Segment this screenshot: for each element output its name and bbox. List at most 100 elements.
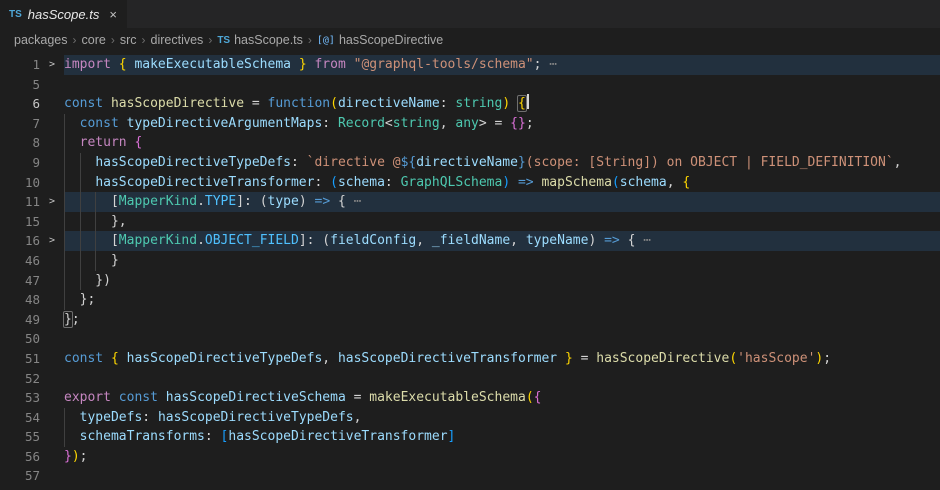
code-line[interactable]: 9 hasScopeDirectiveTypeDefs: `directive … xyxy=(0,153,940,173)
breadcrumb-separator: › xyxy=(208,33,212,47)
editor-gutter: 50 xyxy=(0,329,64,349)
code-line[interactable]: 48 }; xyxy=(0,290,940,310)
code-line-content[interactable] xyxy=(64,329,940,349)
code-line-content[interactable]: [MapperKind.OBJECT_FIELD]: (fieldConfig,… xyxy=(64,231,940,251)
code-line[interactable]: 11> [MapperKind.TYPE]: (type) => { ⋯ xyxy=(0,192,940,212)
code-line[interactable]: 16> [MapperKind.OBJECT_FIELD]: (fieldCon… xyxy=(0,231,940,251)
code-line[interactable]: 6 const hasScopeDirective = function(dire… xyxy=(0,94,940,114)
code-line[interactable]: 55 schemaTransforms: [hasScopeDirectiveT… xyxy=(0,427,940,447)
fold-chevron-icon[interactable]: > xyxy=(40,192,64,212)
code-line[interactable]: 49}; xyxy=(0,310,940,330)
code-token: ⋯ xyxy=(541,57,557,72)
breadcrumb-item-hasscopedirective[interactable]: [@]hasScopeDirective xyxy=(317,33,443,47)
code-line-content[interactable]: }, xyxy=(64,212,940,232)
code-line[interactable]: 52 xyxy=(0,369,940,389)
code-token: hasScopeDirectiveTypeDefs xyxy=(158,410,354,425)
code-line-content[interactable]: }; xyxy=(64,290,940,310)
code-line[interactable]: 47 }) xyxy=(0,271,940,291)
matched-bracket: { xyxy=(518,96,526,111)
code-token: : xyxy=(314,175,330,190)
breadcrumb-item-directives[interactable]: directives xyxy=(151,33,204,47)
code-token: GraphQLSchema xyxy=(401,175,503,190)
code-line-content[interactable] xyxy=(64,466,940,486)
breadcrumb-item-core[interactable]: core xyxy=(82,33,106,47)
code-token: ( xyxy=(729,351,737,366)
matched-bracket: } xyxy=(64,312,72,327)
code-line[interactable]: 7 const typeDirectiveArgumentMaps: Recor… xyxy=(0,114,940,134)
code-token: 'hasScope' xyxy=(737,351,815,366)
code-line-content[interactable]: }; xyxy=(64,310,940,330)
code-line-content[interactable]: [MapperKind.TYPE]: (type) => { ⋯ xyxy=(64,192,940,212)
code-line-content[interactable]: export const hasScopeDirectiveSchema = m… xyxy=(64,388,940,408)
code-token: typeName xyxy=(526,233,589,248)
code-line-content[interactable]: }) xyxy=(64,271,940,291)
code-line[interactable]: 15 }, xyxy=(0,212,940,232)
breadcrumb-label: packages xyxy=(14,33,68,47)
code-line-content[interactable]: typeDefs: hasScopeDirectiveTypeDefs, xyxy=(64,408,940,428)
code-line[interactable]: 5 xyxy=(0,75,940,95)
code-token: mapSchema xyxy=(541,175,611,190)
code-token: < xyxy=(385,116,393,131)
code-editor[interactable]: 1>import { makeExecutableSchema } from "… xyxy=(0,52,940,486)
code-token xyxy=(64,410,80,425)
code-line-content[interactable]: } xyxy=(64,251,940,271)
line-number: 48 xyxy=(0,290,40,310)
code-token: => xyxy=(315,194,331,209)
code-token: type xyxy=(268,194,299,209)
code-line[interactable]: 10 hasScopeDirectiveTransformer: (schema… xyxy=(0,173,940,193)
code-token: typeDirectiveArgumentMaps xyxy=(127,116,323,131)
code-token: ; xyxy=(526,116,534,131)
indent-guide xyxy=(80,192,81,212)
breadcrumb-item-packages[interactable]: packages xyxy=(14,33,68,47)
code-line[interactable]: 1>import { makeExecutableSchema } from "… xyxy=(0,55,940,75)
code-line[interactable]: 51const { hasScopeDirectiveTypeDefs, has… xyxy=(0,349,940,369)
code-line-content[interactable] xyxy=(64,369,940,389)
code-line-content[interactable]: schemaTransforms: [hasScopeDirectiveTran… xyxy=(64,427,940,447)
code-token: import xyxy=(64,57,119,72)
code-line[interactable]: 50 xyxy=(0,329,940,349)
code-token xyxy=(510,96,518,111)
code-line-content[interactable]: hasScopeDirectiveTransformer: (schema: G… xyxy=(64,173,940,193)
fold-chevron-icon xyxy=(40,447,64,467)
code-line[interactable]: 54 typeDefs: hasScopeDirectiveTypeDefs, xyxy=(0,408,940,428)
code-line-content[interactable]: const hasScopeDirective = function(direc… xyxy=(64,94,940,114)
code-line[interactable]: 8 return { xyxy=(0,133,940,153)
fold-chevron-icon xyxy=(40,75,64,95)
code-line[interactable]: 53export const hasScopeDirectiveSchema =… xyxy=(0,388,940,408)
breadcrumb-label: core xyxy=(82,33,106,47)
text-cursor xyxy=(527,94,529,109)
code-token: hasScopeDirectiveSchema xyxy=(166,390,346,405)
close-icon[interactable]: × xyxy=(109,8,117,21)
code-line-content[interactable]: import { makeExecutableSchema } from "@g… xyxy=(64,55,940,75)
code-token: const xyxy=(64,96,111,111)
code-token: ; xyxy=(80,449,88,464)
breadcrumb-item-src[interactable]: src xyxy=(120,33,137,47)
tab-hasscope[interactable]: TS hasScope.ts × xyxy=(0,0,127,28)
code-line[interactable]: 57 xyxy=(0,466,940,486)
editor-gutter: 8 xyxy=(0,133,64,153)
code-token: ) xyxy=(588,233,604,248)
code-line[interactable]: 46 } xyxy=(0,251,940,271)
editor-gutter: 55 xyxy=(0,427,64,447)
code-line-content[interactable]: hasScopeDirectiveTypeDefs: `directive @$… xyxy=(64,153,940,173)
code-line[interactable]: 56}); xyxy=(0,447,940,467)
code-line-content[interactable]: return { xyxy=(64,133,940,153)
indent-guide xyxy=(64,408,65,428)
code-token xyxy=(64,116,80,131)
code-token: }; xyxy=(64,292,95,307)
fold-chevron-icon xyxy=(40,133,64,153)
breadcrumb-item-hasscope-ts[interactable]: TShasScope.ts xyxy=(217,33,303,47)
fold-chevron-icon[interactable]: > xyxy=(40,231,64,251)
code-line-content[interactable]: const { hasScopeDirectiveTypeDefs, hasSc… xyxy=(64,349,940,369)
code-line-content[interactable]: }); xyxy=(64,447,940,467)
code-line-content[interactable] xyxy=(64,75,940,95)
code-token: : xyxy=(142,410,158,425)
fold-chevron-icon[interactable]: > xyxy=(40,55,64,75)
code-token: ( xyxy=(330,175,338,190)
symbol-variable-icon: [@] xyxy=(317,35,335,46)
line-number: 6 xyxy=(0,94,40,114)
code-token: ]: ( xyxy=(236,194,267,209)
code-token: { xyxy=(134,135,142,150)
code-line-content[interactable]: const typeDirectiveArgumentMaps: Record<… xyxy=(64,114,940,134)
code-token: `directive @ xyxy=(307,155,401,170)
